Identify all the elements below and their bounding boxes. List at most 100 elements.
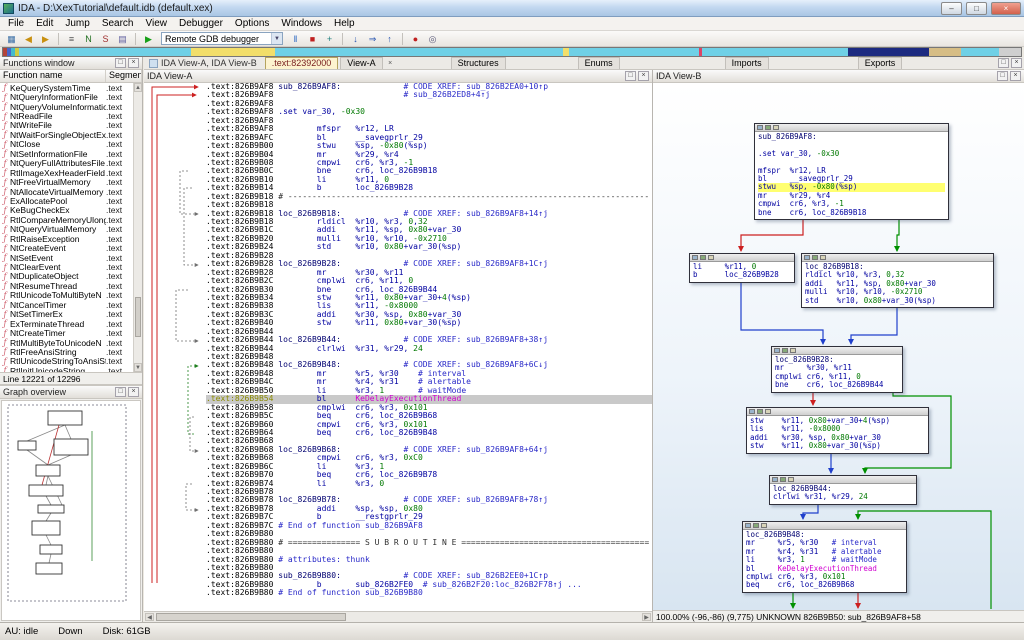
graph-node-line[interactable]: cmpwi cr6, %r3, -1 — [758, 200, 945, 208]
disasm-line[interactable]: .text:826B9B68 cmpwi cr6, %r3, 0xC0 — [206, 454, 652, 462]
menu-help[interactable]: Help — [328, 18, 361, 29]
breakpoint-icon[interactable]: ● — [408, 32, 423, 46]
minimize-button[interactable]: – — [941, 2, 962, 15]
column-function-name[interactable]: Function name — [0, 70, 106, 82]
graph-node-line[interactable]: mulli %r10, %r10, -0x2710 — [805, 288, 990, 296]
graph-node-line[interactable]: loc_826B9B18: — [805, 263, 990, 271]
maximize-button[interactable]: □ — [966, 2, 987, 15]
function-row[interactable]: ƒRtlUnicodeStringToAnsiString.text — [0, 357, 133, 366]
function-row[interactable]: ƒNtFreeVirtualMemory.text — [0, 177, 133, 186]
tab-enums[interactable]: Enums — [578, 57, 620, 69]
disasm-line[interactable]: .text:826B9B48 mr %r5, %r30 # interval — [206, 370, 652, 378]
graph-node-line[interactable]: mr %r30, %r11 — [775, 364, 899, 372]
graph-overview-canvas[interactable] — [1, 400, 141, 621]
disasm-line[interactable]: .text:826B9B80 # attributes: thunk — [206, 556, 652, 564]
function-row[interactable]: ƒNtQueryVolumeInformationFile.text — [0, 102, 133, 111]
undock-icon[interactable]: □ — [997, 71, 1008, 81]
function-row[interactable]: ƒRtlRaiseException.text — [0, 234, 133, 243]
disasm-line[interactable]: .text:826B9B68 loc_826B9B68: # CODE XREF… — [206, 446, 652, 454]
disasm-line[interactable]: .text:826B9B80 # =============== S U B R… — [206, 539, 652, 547]
disasm-line[interactable]: .text:826B9B0C bne cr6, loc_826B9B18 — [206, 167, 652, 175]
menu-debugger[interactable]: Debugger — [173, 18, 229, 29]
function-row[interactable]: ƒNtQueryInformationFile.text — [0, 92, 133, 101]
disasm-line[interactable]: .text:826B9B7C b __restgprlr_29 — [206, 513, 652, 521]
function-row[interactable]: ƒNtQueryVirtualMemory.text — [0, 225, 133, 234]
graph-node[interactable]: sub_826B9AF8: .set var_30, -0x30 mfspr %… — [754, 123, 949, 220]
disasm-line[interactable]: .text:826B9B34 stw %r11, 0x80+var_30+4(%… — [206, 294, 652, 302]
graph-node[interactable]: loc_826B9B44:clrlwi %r31, %r29, 24 — [769, 475, 917, 505]
disasm-line[interactable]: .text:826B9AF8 — [206, 117, 652, 125]
disasm-line[interactable]: .text:826B9B3C addi %r30, %sp, 0x80+var_… — [206, 311, 652, 319]
graph-node[interactable]: loc_826B9B48:mr %r5, %r30 # intervalmr %… — [742, 521, 907, 593]
nav-back-icon[interactable]: ◀ — [21, 32, 36, 46]
graph-node-line[interactable]: stw %r11, 0x80+var_30+4(%sp) — [750, 417, 925, 425]
graph-node-line[interactable]: mr %r29, %r4 — [758, 192, 945, 200]
function-row[interactable]: ƒRtlInitUnicodeString.text — [0, 366, 133, 372]
undock-icon[interactable]: □ — [115, 387, 126, 397]
disasm-line[interactable]: .text:826B9B80 — [206, 564, 652, 572]
graph-node-line[interactable]: cmplwi cr6, %r3, 0x101 — [746, 573, 903, 581]
disasm-line[interactable]: .text:826B9B18 — [206, 201, 652, 209]
graph-node[interactable]: stw %r11, 0x80+var_30+4(%sp)lis %r11, -0… — [746, 407, 929, 454]
disasm-line[interactable]: .text:826B9B4C mr %r4, %r31 # alertable — [206, 378, 652, 386]
disasm-line[interactable]: .text:826B9B44 clrlwi %r31, %r29, 24 — [206, 345, 652, 353]
graph-node-line[interactable]: std %r10, 0x80+var_30(%sp) — [805, 297, 990, 305]
scroll-up-icon[interactable]: ▲ — [134, 83, 142, 92]
function-row[interactable]: ƒNtAllocateVirtualMemory.text — [0, 187, 133, 196]
graph-node-line[interactable]: bl __savegprlr_29 — [758, 175, 945, 183]
function-row[interactable]: ƒNtWaitForSingleObjectEx.text — [0, 130, 133, 139]
function-row[interactable]: ƒNtSetTimerEx.text — [0, 310, 133, 319]
disasm-line[interactable]: .text:826B9B80 sub_826B9B80: # CODE XREF… — [206, 572, 652, 580]
disasm-line[interactable]: .text:826B9B30 bne cr6, loc_826B9B44 — [206, 286, 652, 294]
close-button[interactable]: × — [991, 2, 1021, 15]
disasm-line[interactable]: .text:826B9B78 addi %sp, %sp, 0x80 — [206, 505, 652, 513]
graph-node-line[interactable]: sub_826B9AF8: — [758, 133, 945, 141]
function-row[interactable]: ƒNtCancelTimer.text — [0, 300, 133, 309]
disasm-line[interactable]: .text:826B9B48 — [206, 353, 652, 361]
nav-forward-icon[interactable]: ▶ — [38, 32, 53, 46]
graph-node-line[interactable]: lis %r11, -0x8000 — [750, 425, 925, 433]
menu-search[interactable]: Search — [96, 18, 140, 29]
function-row[interactable]: ƒNtReadFile.text — [0, 111, 133, 120]
graph-node-line[interactable]: loc_826B9B48: — [746, 531, 903, 539]
function-row[interactable]: ƒRtlCompareMemoryUlong.text — [0, 215, 133, 224]
disasm-line[interactable]: .text:826B9B70 beq cr6, loc_826B9B78 — [206, 471, 652, 479]
function-row[interactable]: ƒKeQuerySystemTime.text — [0, 83, 133, 92]
disasm-line[interactable]: .text:826B9B24 std %r10, 0x80+var_30(%sp… — [206, 243, 652, 251]
disasm-line[interactable]: .text:826B9AF8 # sub_826B2ED8+4↑j — [206, 91, 652, 99]
menu-view[interactable]: View — [140, 18, 174, 29]
disasm-line[interactable]: .text:826B9B64 beq cr6, loc_826B9B48 — [206, 429, 652, 437]
graph-node[interactable]: li %r11, 0b loc_826B9B28 — [689, 253, 795, 283]
graph-node-line[interactable]: li %r3, 1 # waitMode — [746, 556, 903, 564]
scrollbar-thumb[interactable] — [156, 613, 346, 621]
function-row[interactable]: ƒKeBugCheckEx.text — [0, 206, 133, 215]
disasm-line[interactable]: .text:826B9B10 li %r11, 0 — [206, 176, 652, 184]
segments-icon[interactable]: ▤ — [115, 32, 130, 46]
attach-process-icon[interactable]: + — [322, 32, 337, 46]
functions-list-icon[interactable]: ≡ — [64, 32, 79, 46]
undock-icon[interactable]: □ — [625, 71, 636, 81]
disasm-line[interactable]: .text:826B9B80 # End of function sub_826… — [206, 589, 652, 597]
tab--text-82392000[interactable]: .text:82392000 — [265, 57, 339, 69]
close-icon[interactable]: × — [1010, 71, 1021, 81]
graph-node-line[interactable]: mr %r5, %r30 # interval — [746, 539, 903, 547]
close-icon[interactable]: × — [638, 71, 649, 81]
debugger-select[interactable]: Remote GDB debugger ▼ — [161, 32, 283, 45]
disasm-line[interactable]: .text:826B9B28 loc_826B9B28: # CODE XREF… — [206, 260, 652, 268]
undock-icon[interactable]: □ — [115, 58, 126, 68]
scroll-right-icon[interactable]: ▶ — [642, 613, 651, 621]
menu-edit[interactable]: Edit — [30, 18, 59, 29]
disasm-line[interactable]: .text:826B9B28 — [206, 252, 652, 260]
disasm-line[interactable]: .text:826B9B38 lis %r11, -0x8000 — [206, 302, 652, 310]
disasm-line[interactable]: .text:826B9B7C # End of function sub_826… — [206, 522, 652, 530]
menu-windows[interactable]: Windows — [275, 18, 328, 29]
graph-node-line[interactable]: cmplwi cr6, %r11, 0 — [775, 373, 899, 381]
disassembly-listing[interactable]: .text:826B9AF8 sub_826B9AF8: # CODE XREF… — [206, 83, 652, 611]
disasm-line[interactable]: .text:826B9B28 mr %r30, %r11 — [206, 269, 652, 277]
chevron-down-icon[interactable]: ▼ — [271, 33, 282, 44]
scroll-left-icon[interactable]: ◀ — [145, 613, 154, 621]
save-icon[interactable]: ▦ — [4, 32, 19, 46]
function-row[interactable]: ƒNtClearEvent.text — [0, 262, 133, 271]
disasm-line[interactable]: .text:826B9B80 — [206, 530, 652, 538]
function-row[interactable]: ƒNtSetEvent.text — [0, 253, 133, 262]
